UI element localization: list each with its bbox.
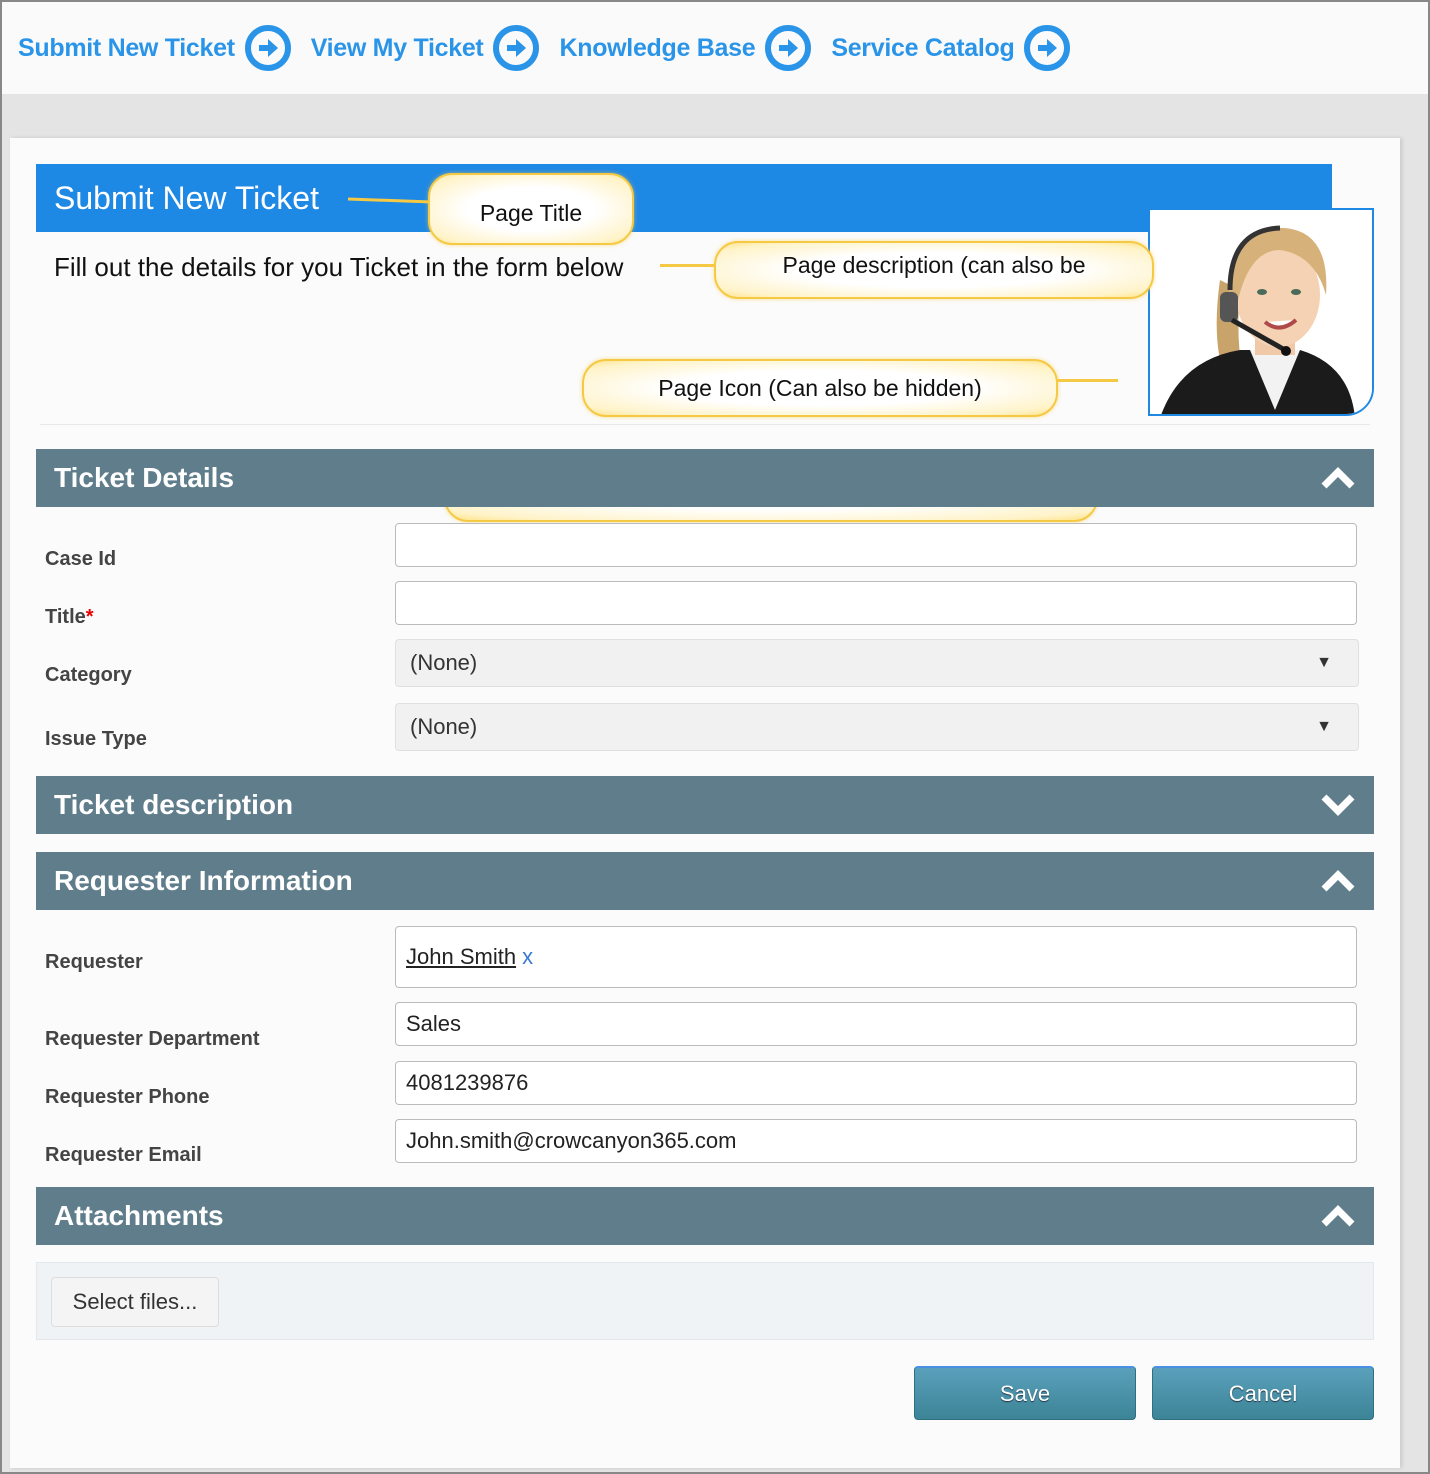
callout-page-title: Page Title [428, 173, 634, 245]
nav-link-label: Service Catalog [831, 33, 1015, 62]
chevron-up-icon [1321, 870, 1355, 892]
section-title: Ticket Details [54, 462, 235, 493]
attachments-area: Select files... [36, 1262, 1374, 1340]
input-value: Sales [406, 1011, 462, 1036]
label-text: Requester Phone [45, 1086, 210, 1108]
input-value: John.smith@crowcanyon365.com [406, 1128, 737, 1153]
section-title: Requester Information [54, 865, 353, 896]
nav-link-label: Knowledge Base [559, 33, 756, 62]
label-text: Title [45, 606, 86, 628]
top-navigation: Submit New Ticket View My Ticket Knowled… [2, 2, 1428, 94]
nav-link-label: Submit New Ticket [18, 33, 235, 62]
section-header-requester-information[interactable]: Requester Information [36, 852, 1374, 910]
field-label-title: Title* [45, 606, 94, 629]
remove-requester-icon[interactable]: x [522, 944, 533, 970]
arrow-circle-right-icon [244, 25, 291, 71]
label-text: Requester Department [45, 1028, 260, 1050]
select-value: (None) [410, 650, 478, 675]
requester-department-input[interactable]: Sales [395, 1002, 1357, 1046]
field-label-requester-email: Requester Email [45, 1144, 202, 1167]
label-text: Requester Email [45, 1144, 202, 1166]
arrow-circle-right-icon [493, 25, 540, 71]
field-label-case-id: Case Id [45, 548, 116, 571]
callout-pointer [660, 264, 718, 267]
callout-page-description: Page description (can also be [714, 241, 1154, 299]
dropdown-caret-icon: ▼ [1316, 654, 1332, 671]
callout-pointer [1056, 379, 1118, 382]
field-label-category: Category [45, 664, 132, 687]
field-label-requester: Requester [45, 951, 143, 974]
nav-link-view-my-ticket[interactable]: View My Ticket [311, 25, 540, 71]
title-input[interactable] [395, 581, 1357, 625]
section-title: Ticket description [54, 789, 294, 820]
dropdown-caret-icon: ▼ [1316, 718, 1332, 735]
field-label-requester-phone: Requester Phone [45, 1086, 209, 1109]
nav-link-submit-new-ticket[interactable]: Submit New Ticket [18, 25, 291, 71]
required-asterisk: * [85, 606, 94, 628]
input-value: 4081239876 [406, 1070, 529, 1095]
label-text: Requester [45, 951, 143, 973]
cancel-button[interactable]: Cancel [1152, 1366, 1374, 1420]
label-text: Category [45, 664, 132, 686]
page-title-bar: Submit New Ticket [36, 164, 1332, 232]
nav-link-service-catalog[interactable]: Service Catalog [831, 25, 1071, 71]
section-title: Attachments [54, 1200, 224, 1231]
chevron-up-icon [1321, 1205, 1355, 1227]
callout-text: Page description (can also be [782, 251, 1086, 278]
page-icon-portrait [1148, 208, 1374, 416]
label-text: Issue Type [45, 728, 147, 750]
issue-type-select[interactable]: (None) ▼ [395, 703, 1359, 751]
form-card: Submit New Ticket Fill out the details f… [10, 138, 1400, 1468]
arrow-circle-right-icon [765, 25, 812, 71]
callout-page-icon: Page Icon (Can also be hidden) [582, 359, 1058, 417]
field-label-issue-type: Issue Type [45, 728, 147, 751]
select-files-button[interactable]: Select files... [51, 1277, 219, 1327]
chevron-up-icon [1321, 467, 1355, 489]
label-text: Case Id [45, 548, 117, 570]
callout-text: Page Icon (Can also be hidden) [658, 374, 982, 401]
callout-text: Page Title [479, 199, 583, 226]
section-header-ticket-details[interactable]: Ticket Details [36, 449, 1374, 507]
requester-phone-input[interactable]: 4081239876 [395, 1061, 1357, 1105]
arrow-circle-right-icon [1024, 25, 1071, 71]
requester-email-input[interactable]: John.smith@crowcanyon365.com [395, 1119, 1357, 1163]
case-id-input[interactable] [395, 523, 1357, 567]
nav-link-knowledge-base[interactable]: Knowledge Base [559, 25, 812, 71]
support-agent-portrait-icon [1150, 210, 1372, 414]
page-description: Fill out the details for you Ticket in t… [54, 252, 624, 282]
chevron-down-icon [1321, 794, 1355, 816]
page-title: Submit New Ticket [54, 180, 319, 216]
save-button[interactable]: Save [914, 1366, 1136, 1420]
select-value: (None) [410, 714, 478, 739]
nav-link-label: View My Ticket [310, 33, 484, 62]
requester-people-picker[interactable]: John Smith x [395, 926, 1357, 988]
section-header-ticket-description[interactable]: Ticket description [36, 776, 1374, 834]
category-select[interactable]: (None) ▼ [395, 639, 1359, 687]
header-divider [40, 424, 1370, 425]
section-header-attachments[interactable]: Attachments [36, 1187, 1374, 1245]
requester-name-link[interactable]: John Smith [406, 944, 516, 970]
field-label-requester-department: Requester Department [45, 1028, 260, 1051]
